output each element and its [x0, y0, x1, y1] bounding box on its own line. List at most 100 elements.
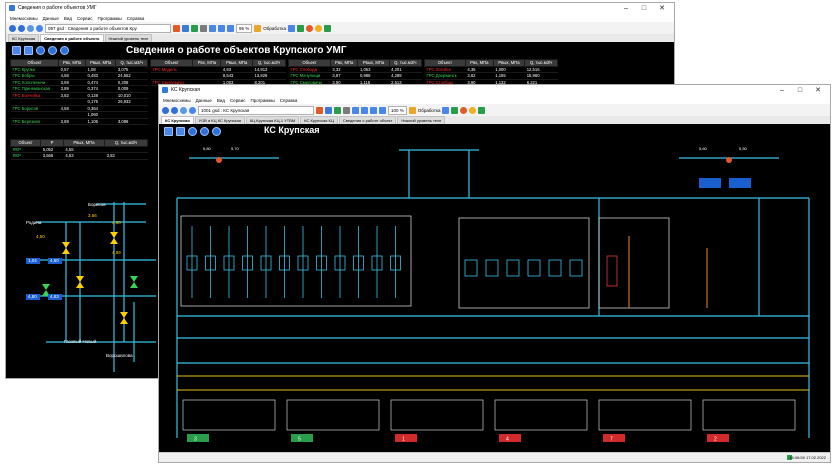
- table-grs-left: Объект Рвх, МПа Рвых, МПа Q, тыс.м3/ч ГР…: [9, 59, 148, 125]
- process-label[interactable]: Обработка: [263, 26, 286, 31]
- gpa-status-indicator[interactable]: [499, 434, 521, 442]
- gpa-status-indicator[interactable]: [603, 434, 625, 442]
- back-arrow-icon[interactable]: [36, 46, 45, 55]
- fit-icon[interactable]: [227, 24, 234, 32]
- cooler-unit-icon[interactable]: [569, 259, 583, 277]
- cooler-unit-icon[interactable]: [548, 259, 562, 277]
- scheme-value: 4,83: [50, 294, 59, 299]
- menu-item-view[interactable]: Вид: [217, 98, 225, 103]
- grid-icon[interactable]: [287, 24, 295, 32]
- exit-icon[interactable]: [323, 24, 331, 32]
- refresh-icon[interactable]: [36, 24, 43, 32]
- menu-item-data[interactable]: Данные: [43, 16, 59, 21]
- zoom-in-icon[interactable]: [352, 106, 359, 114]
- menu-item-mnemo[interactable]: Мнемосхемы: [10, 16, 38, 21]
- tab-lower-level[interactable]: Нижний уровень техн: [397, 116, 446, 124]
- grid-icon[interactable]: [442, 106, 450, 114]
- home-icon[interactable]: [180, 106, 187, 114]
- menu-item-programs[interactable]: Программы: [250, 98, 274, 103]
- forward-arrow-icon[interactable]: [212, 127, 221, 136]
- check-icon[interactable]: [191, 24, 198, 32]
- cooler-unit-icon[interactable]: [485, 259, 499, 277]
- check-icon[interactable]: [334, 106, 341, 114]
- zoom-out-icon[interactable]: [361, 106, 368, 114]
- tab-svedeniya[interactable]: Сведения о работе объект: [338, 116, 397, 124]
- back-arrow-icon[interactable]: [188, 127, 197, 136]
- tab-lower-level[interactable]: Нижний уровень техн: [104, 34, 153, 42]
- scheme-value: 4,89: [112, 250, 121, 255]
- chart-icon[interactable]: [451, 106, 459, 114]
- save-icon[interactable]: [182, 24, 189, 32]
- bell-icon[interactable]: [469, 106, 477, 114]
- pressure-value: 5,60: [699, 146, 707, 151]
- tab-svedeniya[interactable]: Сведения о работе объекто: [40, 34, 104, 42]
- fit-icon[interactable]: [370, 106, 377, 114]
- front-window: КС Крупская – □ ✕ Мнемосхемы Данные Вид …: [158, 84, 831, 463]
- print-icon[interactable]: [343, 106, 350, 114]
- back-window-controls: – □ ✕: [617, 3, 671, 14]
- gpa-status-indicator[interactable]: [395, 434, 417, 442]
- process-icon[interactable]: [408, 106, 416, 114]
- tab-kc1-utvm[interactable]: КЦ Крупская КЦ-1 УТВМ: [245, 116, 300, 124]
- menu-item-help[interactable]: Справка: [280, 98, 298, 103]
- save-icon[interactable]: [325, 106, 332, 114]
- person-nav-icon[interactable]: [24, 46, 33, 55]
- menu-item-service[interactable]: Сервис: [230, 98, 245, 103]
- menu-item-data[interactable]: Данные: [196, 98, 212, 103]
- exit-icon[interactable]: [478, 106, 486, 114]
- alarm-icon[interactable]: [305, 24, 313, 32]
- tab-ks-krupskaya[interactable]: КС Крупская: [8, 34, 40, 42]
- gpa-status-indicator[interactable]: [707, 434, 729, 442]
- home-nav-icon[interactable]: [12, 46, 21, 55]
- back-nav-icon[interactable]: [9, 24, 16, 32]
- pan-icon[interactable]: [379, 106, 386, 114]
- zoom-select[interactable]: 100 %: [388, 105, 407, 115]
- gpa-status-indicator[interactable]: [291, 434, 313, 442]
- gpa-status-indicator[interactable]: [187, 434, 209, 442]
- refresh-arrow-icon[interactable]: [200, 127, 209, 136]
- refresh-arrow-icon[interactable]: [48, 46, 57, 55]
- menu-item-view[interactable]: Вид: [64, 16, 72, 21]
- zoom-out-icon[interactable]: [218, 24, 225, 32]
- scheme-value: 3,56: [88, 213, 97, 218]
- maximize-icon[interactable]: □: [635, 3, 653, 14]
- alarm-icon[interactable]: [460, 106, 468, 114]
- minimize-icon[interactable]: –: [617, 3, 635, 14]
- tab-ks-krupskaya[interactable]: КС Крупская: [161, 116, 194, 124]
- menu-item-mnemo[interactable]: Мнемосхемы: [163, 98, 191, 103]
- forward-nav-icon[interactable]: [171, 106, 178, 114]
- menu-item-programs[interactable]: Программы: [97, 16, 121, 21]
- close-icon[interactable]: ✕: [653, 3, 671, 14]
- close-icon[interactable]: ✕: [809, 85, 827, 96]
- process-label[interactable]: Обработка: [418, 108, 441, 113]
- open-icon[interactable]: [173, 24, 180, 32]
- tab-ks-kc[interactable]: КС Крупская КЦ: [300, 116, 338, 124]
- cooler-unit-icon[interactable]: [527, 259, 541, 277]
- back-nav-icon[interactable]: [162, 106, 169, 114]
- tab-uov-kc[interactable]: УОВ и КЦ КС Крупская: [194, 116, 245, 124]
- pressure-value: 5,70: [231, 146, 239, 151]
- process-icon[interactable]: [254, 24, 262, 32]
- zoom-select[interactable]: 95 %: [236, 23, 253, 33]
- minimize-icon[interactable]: –: [773, 85, 791, 96]
- pressure-value: 5,80: [203, 146, 211, 151]
- cooler-unit-icon[interactable]: [464, 259, 478, 277]
- scheme-value: 4,80: [28, 294, 37, 299]
- forward-nav-icon[interactable]: [18, 24, 25, 32]
- open-icon[interactable]: [316, 106, 323, 114]
- person-nav-icon[interactable]: [176, 127, 185, 136]
- address-field[interactable]: 1001 gsd : КС Крупская: [198, 105, 314, 115]
- home-nav-icon[interactable]: [164, 127, 173, 136]
- menu-item-help[interactable]: Справка: [127, 16, 145, 21]
- refresh-icon[interactable]: [189, 106, 196, 114]
- maximize-icon[interactable]: □: [791, 85, 809, 96]
- chart-icon[interactable]: [296, 24, 304, 32]
- home-icon[interactable]: [27, 24, 34, 32]
- cooler-unit-icon[interactable]: [506, 259, 520, 277]
- bell-icon[interactable]: [314, 24, 322, 32]
- menu-item-service[interactable]: Сервис: [77, 16, 92, 21]
- zoom-in-icon[interactable]: [209, 24, 216, 32]
- print-icon[interactable]: [200, 24, 207, 32]
- forward-arrow-icon[interactable]: [60, 46, 69, 55]
- address-field[interactable]: 097 gsd : Сведения о работе объектов Кру: [45, 23, 171, 33]
